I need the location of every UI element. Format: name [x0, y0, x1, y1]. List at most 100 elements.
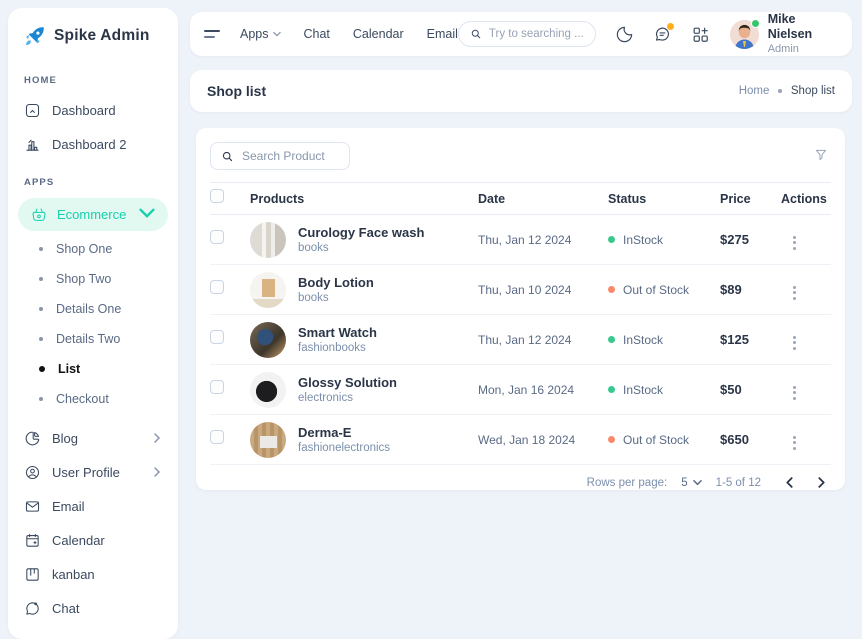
status-dot	[608, 336, 615, 343]
sidebar-item-calendar[interactable]: Calendar	[8, 523, 178, 557]
previous-page-button[interactable]	[779, 473, 799, 493]
section-label-home: HOME	[8, 59, 178, 93]
table-row: Body Lotion books Thu, Jan 10 2024 Out o…	[210, 265, 831, 315]
filter-button[interactable]	[813, 147, 831, 165]
product-image	[250, 272, 286, 308]
chevron-down-icon	[273, 31, 281, 37]
sidebar-subitem-label: Details Two	[56, 332, 120, 346]
bullet-dot	[39, 366, 45, 372]
nav-label: Calendar	[353, 27, 404, 41]
nav-label: Email	[427, 27, 458, 41]
product-name: Glossy Solution	[298, 375, 397, 390]
sidebar-item-label: Dashboard	[52, 103, 116, 118]
menu-toggle-icon[interactable]	[204, 30, 220, 37]
sidebar-item-blog[interactable]: Blog	[8, 421, 178, 455]
chevron-right-icon	[816, 477, 827, 488]
product-search-input[interactable]: Search Product	[210, 142, 350, 170]
mail-icon	[24, 498, 41, 515]
search-icon	[221, 150, 234, 163]
sidebar-subitem-label: Checkout	[56, 392, 109, 406]
row-checkbox[interactable]	[210, 330, 224, 344]
product-image	[250, 322, 286, 358]
shop-list-card: Search Product Products Date Status Pric…	[196, 128, 845, 490]
row-actions-button[interactable]	[787, 382, 802, 404]
sidebar-subitem-shop-one[interactable]: Shop One	[8, 234, 178, 264]
sidebar-subitem-checkout[interactable]: Checkout	[8, 384, 178, 414]
product-name: Body Lotion	[298, 275, 374, 290]
next-page-button[interactable]	[811, 473, 831, 493]
rows-per-page-label: Rows per page:	[587, 477, 668, 489]
chevron-down-icon	[693, 478, 702, 487]
product-name: Smart Watch	[298, 325, 377, 340]
row-actions-button[interactable]	[787, 332, 802, 354]
nav-calendar[interactable]: Calendar	[353, 27, 404, 41]
avatar	[730, 20, 759, 49]
sidebar-item-email[interactable]: Email	[8, 489, 178, 523]
sidebar-subitem-shop-two[interactable]: Shop Two	[8, 264, 178, 294]
chevron-right-icon	[152, 465, 162, 480]
sidebar-subitem-label: Shop Two	[56, 272, 111, 286]
status-dot	[608, 436, 615, 443]
bullet-dot	[39, 307, 43, 311]
row-checkbox[interactable]	[210, 430, 224, 444]
dark-mode-toggle[interactable]	[615, 25, 634, 44]
chevron-right-icon	[152, 431, 162, 446]
user-menu[interactable]: Mike Nielsen Admin	[730, 12, 838, 57]
product-name: Derma-E	[298, 425, 390, 440]
row-actions-button[interactable]	[787, 432, 802, 454]
sidebar-subitem-details-two[interactable]: Details Two	[8, 324, 178, 354]
search-placeholder: Try to searching ...	[489, 28, 584, 40]
sidebar-item-user-profile[interactable]: User Profile	[8, 455, 178, 489]
row-checkbox[interactable]	[210, 280, 224, 294]
rows-per-page-select[interactable]: 5	[681, 477, 701, 489]
row-actions-button[interactable]	[787, 282, 802, 304]
sidebar-item-dashboard[interactable]: Dashboard	[8, 93, 178, 127]
table-toolbar: Search Product	[210, 142, 831, 170]
sidebar-item-chat[interactable]: Chat	[8, 591, 178, 625]
product-price: $50	[720, 382, 781, 397]
row-actions-button[interactable]	[787, 232, 802, 254]
table-row: Glossy Solution electronics Mon, Jan 16 …	[210, 365, 831, 415]
section-label-apps: APPS	[8, 161, 178, 195]
sidebar-item-ecommerce[interactable]: Ecommerce	[18, 198, 168, 231]
sidebar-item-dashboard-2[interactable]: Dashboard 2	[8, 127, 178, 161]
product-name: Curology Face wash	[298, 225, 424, 240]
row-checkbox[interactable]	[210, 230, 224, 244]
apps-grid-button[interactable]	[691, 25, 710, 44]
nav-email[interactable]: Email	[427, 27, 458, 41]
product-category: books	[298, 292, 374, 304]
product-date: Thu, Jan 12 2024	[478, 233, 608, 247]
sidebar-item-label: Dashboard 2	[52, 137, 126, 152]
online-status-dot	[751, 19, 760, 28]
breadcrumb: Home Shop list	[739, 85, 835, 97]
breadcrumb-current: Shop list	[791, 85, 835, 97]
sidebar-subitem-details-one[interactable]: Details One	[8, 294, 178, 324]
app-logo[interactable]: Spike Admin	[8, 8, 178, 59]
select-all-checkbox[interactable]	[210, 189, 224, 203]
nav-chat[interactable]: Chat	[304, 27, 330, 41]
sidebar-subitem-list[interactable]: List	[8, 354, 178, 384]
status-dot	[608, 386, 615, 393]
notifications-button[interactable]	[653, 25, 672, 44]
table-pagination: Rows per page: 5 1-5 of 12	[210, 465, 831, 500]
sidebar-item-kanban[interactable]: kanban	[8, 557, 178, 591]
product-price: $125	[720, 332, 781, 347]
bullet-dot	[39, 337, 43, 341]
filter-funnel-icon	[813, 147, 829, 163]
product-image	[250, 372, 286, 408]
status-dot	[608, 286, 615, 293]
sidebar-item-label: Calendar	[52, 533, 105, 548]
nav-apps[interactable]: Apps	[240, 27, 281, 41]
product-category: fashionbooks	[298, 342, 377, 354]
sidebar-item-label: User Profile	[52, 465, 120, 480]
apps-grid-icon	[691, 25, 710, 44]
product-search-placeholder: Search Product	[242, 149, 325, 163]
global-search-input[interactable]: Try to searching ...	[458, 21, 596, 47]
notification-badge	[667, 23, 674, 30]
status-dot	[608, 236, 615, 243]
product-date: Mon, Jan 16 2024	[478, 383, 608, 397]
breadcrumb-home-link[interactable]: Home	[739, 85, 770, 97]
chevron-down-icon	[139, 205, 155, 224]
row-checkbox[interactable]	[210, 380, 224, 394]
basket-icon	[31, 207, 47, 223]
